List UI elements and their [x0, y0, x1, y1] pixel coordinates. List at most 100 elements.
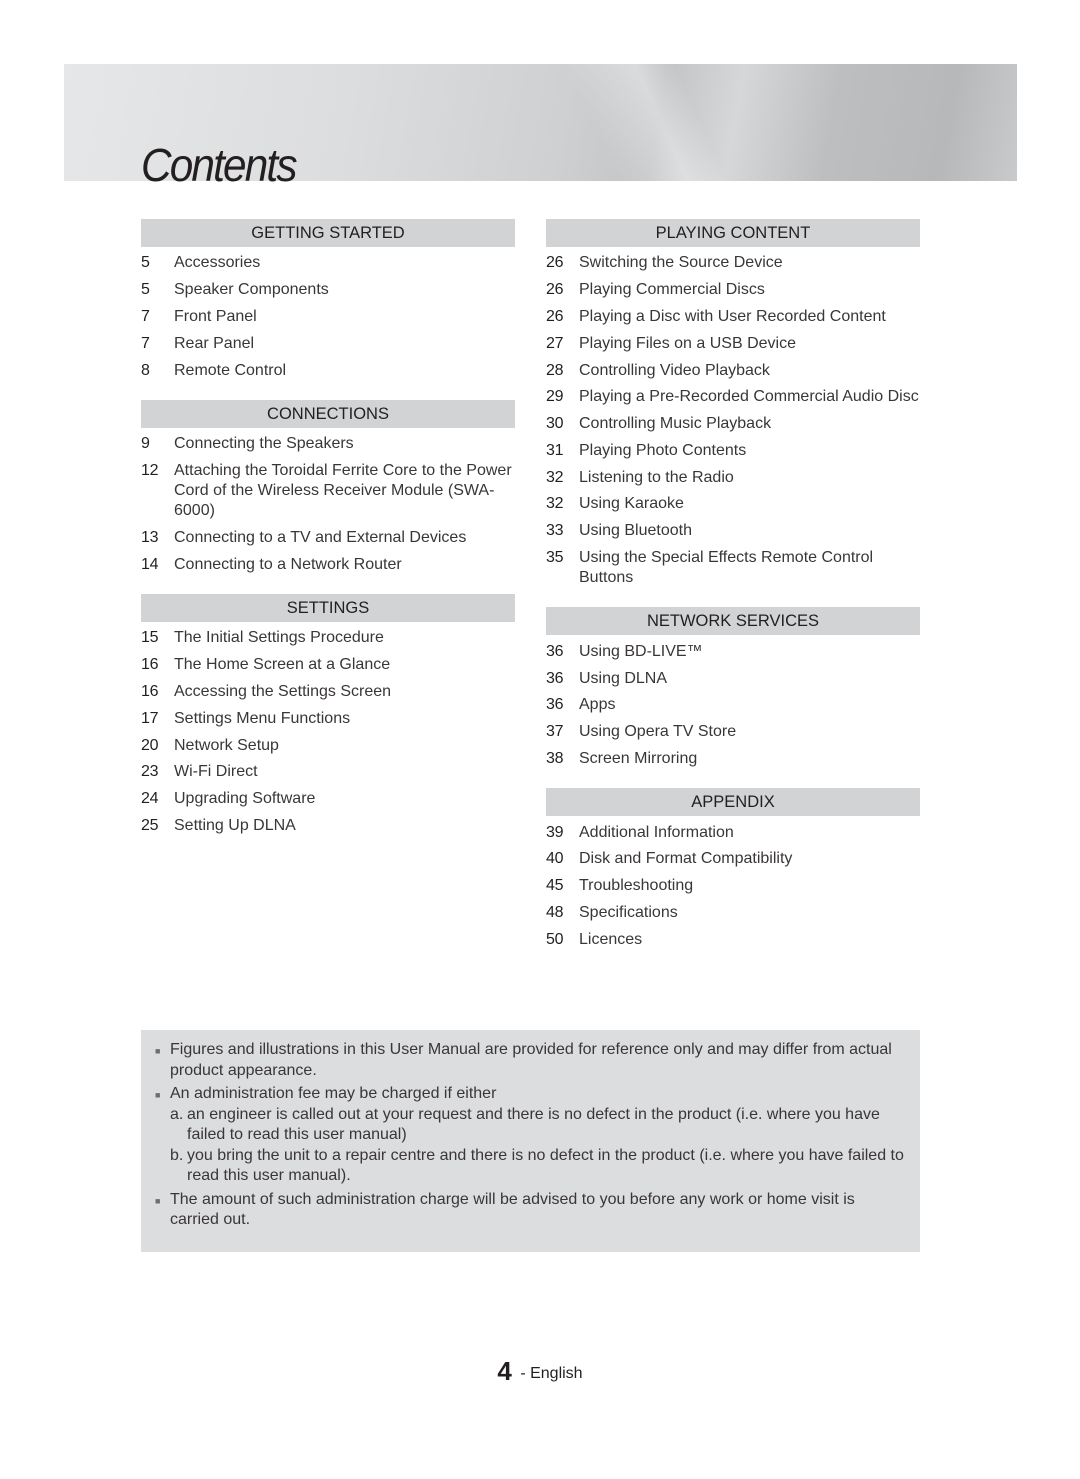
toc-entry[interactable]: 7 Front Panel	[141, 304, 515, 331]
entry-title: Accessing the Settings Screen	[174, 682, 392, 700]
toc-entry[interactable]: 7 Rear Panel	[141, 330, 515, 357]
toc-entry[interactable]: 33 Using Bluetooth	[546, 518, 920, 545]
toc-entry[interactable]: 15 The Initial Settings Procedure	[141, 625, 515, 652]
toc-entry[interactable]: 26 Playing Commercial Discs	[546, 277, 920, 304]
toc-entry[interactable]: 26 Switching the Source Device	[546, 250, 920, 277]
page-number: 15	[141, 629, 159, 647]
entry-title: Connecting the Speakers	[174, 435, 354, 453]
toc-entry[interactable]: 38 Screen Mirroring	[546, 746, 920, 773]
toc-entry[interactable]: 29 Playing a Pre-Recorded Commercial Audi…	[546, 384, 920, 411]
entry-title: Using DLNA	[579, 669, 668, 687]
entry-title: Specifications	[579, 904, 678, 922]
page-number: 9	[141, 435, 150, 453]
toc-entry[interactable]: 8 Remote Control	[141, 357, 515, 384]
entry-title: Playing a Disc with User Recorded Conten…	[579, 307, 886, 325]
footer-separator: -	[515, 1365, 531, 1382]
page-number: 36	[546, 642, 564, 660]
toc-entry[interactable]: 9 Connecting the Speakers	[141, 431, 515, 458]
entry-title: Speaker Components	[174, 281, 329, 299]
entry-title: Using Opera TV Store	[579, 723, 737, 741]
toc-entry[interactable]: 24 Upgrading Software	[141, 786, 515, 813]
toc-entry[interactable]: 20 Network Setup	[141, 732, 515, 759]
page-number: 45	[546, 877, 564, 895]
toc-entry[interactable]: 50 Licences	[546, 926, 920, 953]
note-item: ■ The amount of such administration char…	[155, 1190, 906, 1231]
entry-title: Using Bluetooth	[579, 522, 692, 540]
toc-entry[interactable]: 36 Using BD-LIVE™	[546, 638, 920, 665]
page-number: 26	[546, 281, 564, 299]
sub-text: you bring the unit to a repair centre an…	[187, 1146, 904, 1185]
page-number: 50	[546, 930, 564, 948]
toc-entry[interactable]: 16 Accessing the Settings Screen	[141, 679, 515, 706]
entry-title: Setting Up DLNA	[174, 816, 296, 834]
toc-section-settings: SETTINGS 15 The Initial Settings Procedur…	[141, 594, 515, 839]
toc-entry[interactable]: 28 Controlling Video Playback	[546, 357, 920, 384]
toc-entry[interactable]: 17 Settings Menu Functions	[141, 705, 515, 732]
note-item: ■ Figures and illustrations in this User…	[155, 1040, 906, 1081]
entry-title: Controlling Video Playback	[579, 361, 770, 379]
toc-entry[interactable]: 40 Disk and Format Compatibility	[546, 846, 920, 873]
entry-title: Front Panel	[174, 307, 257, 325]
note-text: The amount of such administration charge…	[170, 1190, 855, 1229]
entry-title: Listening to the Radio	[579, 468, 734, 486]
page-number: 31	[546, 441, 564, 459]
page-title: Contents	[141, 139, 298, 191]
entry-title: Playing a Pre-Recorded Commercial Audio …	[579, 388, 919, 406]
entry-title: Attaching the Toroidal Ferrite Core to t…	[174, 462, 512, 520]
toc-entry[interactable]: 39 Additional Information	[546, 819, 920, 846]
square-bullet-icon: ■	[155, 1090, 161, 1100]
entry-title: Licences	[579, 930, 643, 948]
entry-title: Network Setup	[174, 736, 279, 754]
toc-entry[interactable]: 14 Connecting to a Network Router	[141, 551, 515, 578]
toc-entry[interactable]: 48 Specifications	[546, 900, 920, 927]
toc-entry[interactable]: 36 Using DLNA	[546, 665, 920, 692]
page-number: 14	[141, 555, 159, 573]
section-header: APPENDIX	[546, 788, 920, 817]
toc-entry[interactable]: 23 Wi-Fi Direct	[141, 759, 515, 786]
entry-title: Rear Panel	[174, 334, 255, 352]
section-header: PLAYING CONTENT	[546, 219, 920, 247]
page-number: 16	[141, 656, 159, 674]
page-number: 23	[141, 763, 159, 781]
toc-entry[interactable]: 32 Using Karaoke	[546, 491, 920, 518]
toc-section-getting-started: GETTING STARTED 5 Accessories 5 Speaker Co…	[141, 219, 515, 384]
toc-entry[interactable]: 5 Accessories	[141, 250, 515, 277]
sub-label: a.	[170, 1105, 184, 1123]
toc-section-appendix: APPENDIX 39 Additional Information 40 Disk…	[546, 788, 920, 953]
toc-entry[interactable]: 13 Connecting to a TV and External Device…	[141, 524, 515, 551]
notes-box: ■ Figures and illustrations in this User…	[141, 1030, 920, 1252]
toc-entry[interactable]: 31 Playing Photo Contents	[546, 437, 920, 464]
page-number: 26	[546, 254, 564, 272]
page-number: 12	[141, 462, 159, 480]
toc-entry[interactable]: 36 Apps	[546, 692, 920, 719]
footer-page-number: 4	[497, 1356, 512, 1386]
page-number: 32	[546, 468, 564, 486]
note-text: An administration fee may be charged if …	[170, 1085, 497, 1102]
page-number: 33	[546, 522, 564, 540]
entry-title: Apps	[579, 696, 616, 714]
entry-title: Disk and Format Compatibility	[579, 850, 793, 868]
toc-entry[interactable]: 37 Using Opera TV Store	[546, 719, 920, 746]
page-number: 40	[546, 850, 564, 868]
entry-title: Using the Special Effects Remote Control…	[579, 548, 874, 586]
toc-entry[interactable]: 35 Using the Special Effects Remote Contr…	[546, 545, 920, 592]
toc-entry[interactable]: 45 Troubleshooting	[546, 873, 920, 900]
toc-right-column: PLAYING CONTENT 26 Switching the Source D…	[546, 219, 920, 969]
toc-section-connections: CONNECTIONS 9 Connecting the Speakers 12 A…	[141, 399, 515, 578]
toc-entry[interactable]: 32 Listening to the Radio	[546, 464, 920, 491]
toc-entry[interactable]: 16 The Home Screen at a Glance	[141, 652, 515, 679]
toc-entry[interactable]: 30 Controlling Music Playback	[546, 411, 920, 438]
toc-entry[interactable]: 27 Playing Files on a USB Device	[546, 330, 920, 357]
toc-entry[interactable]: 26 Playing a Disc with User Recorded Cont…	[546, 304, 920, 331]
page-number: 27	[546, 334, 564, 352]
page-number: 16	[141, 682, 159, 700]
entry-title: Controlling Music Playback	[579, 415, 772, 433]
toc-left-column: GETTING STARTED 5 Accessories 5 Speaker Co…	[141, 219, 515, 855]
toc-entry[interactable]: 12 Attaching the Toroidal Ferrite Core to…	[141, 458, 515, 525]
section-header: SETTINGS	[141, 594, 515, 623]
toc-entry[interactable]: 25 Setting Up DLNA	[141, 813, 515, 840]
page-number: 35	[546, 548, 564, 566]
square-bullet-icon: ■	[155, 1195, 161, 1206]
note-item: ■ An administration fee may be charged i…	[155, 1084, 906, 1187]
toc-entry[interactable]: 5 Speaker Components	[141, 277, 515, 304]
